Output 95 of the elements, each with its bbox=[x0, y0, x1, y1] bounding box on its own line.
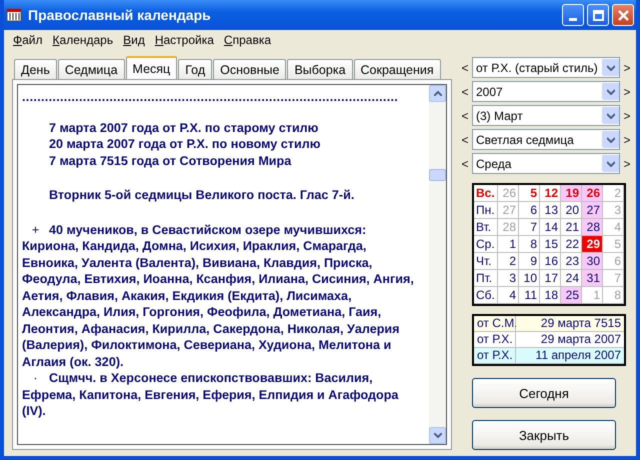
dropdown-button[interactable] bbox=[602, 107, 619, 124]
dropdown-button[interactable] bbox=[602, 83, 619, 100]
separator-dots: ................................................................................................... bbox=[22, 89, 400, 106]
weekday-label: Ср. bbox=[474, 236, 498, 253]
menu-item[interactable]: Справка bbox=[218, 32, 276, 46]
tab[interactable]: Основные bbox=[213, 59, 286, 79]
tab[interactable]: Седмица bbox=[58, 59, 125, 79]
calendar-day[interactable]: 8 bbox=[519, 236, 540, 253]
menu-item[interactable]: Настройка bbox=[150, 32, 219, 46]
menu-item[interactable]: Файл bbox=[8, 32, 48, 46]
chevron-down-icon bbox=[606, 136, 614, 142]
calendar-day[interactable]: 14 bbox=[540, 219, 561, 236]
tab[interactable]: Год bbox=[178, 59, 212, 79]
menu-item[interactable]: Вид bbox=[118, 32, 150, 46]
calendar-day[interactable]: 4 bbox=[498, 287, 519, 304]
chevron-down-icon bbox=[606, 160, 614, 166]
weekday-label: Сб. bbox=[474, 287, 498, 304]
tab[interactable]: День bbox=[14, 59, 57, 79]
weekday-label: Пт. bbox=[474, 270, 498, 287]
close-icon bbox=[618, 10, 628, 20]
table-cell: от Р.Х. bbox=[474, 348, 516, 364]
dropdown-button[interactable] bbox=[602, 131, 619, 148]
table-cell: 29 марта 2007 bbox=[516, 332, 624, 348]
next-button[interactable]: > bbox=[622, 108, 632, 122]
dropdown[interactable]: от Р.Х. (старый стиль) bbox=[472, 57, 620, 78]
maximize-button[interactable] bbox=[587, 4, 609, 26]
chevron-down-icon bbox=[606, 88, 614, 94]
next-button[interactable]: > bbox=[622, 156, 632, 170]
previous-button[interactable]: < bbox=[460, 156, 470, 170]
dropdown[interactable]: Среда bbox=[472, 153, 620, 174]
dropdown-button[interactable] bbox=[602, 59, 619, 76]
date-line: 20 марта 2007 года от Р.Х. по новому стилю bbox=[49, 136, 322, 152]
calendar-day[interactable]: 9 bbox=[519, 253, 540, 270]
window-title: Православный календарь bbox=[28, 7, 212, 23]
close-button[interactable] bbox=[612, 4, 634, 26]
calendar-day[interactable]: 29 bbox=[582, 236, 603, 253]
action-button[interactable]: Сегодня bbox=[472, 378, 616, 408]
table-cell: 11 апреля 2007 bbox=[516, 348, 624, 364]
date-line: 7 марта 2007 года от Р.Х. по старому стилю bbox=[49, 120, 320, 136]
weekday-label: Пн. bbox=[474, 202, 498, 219]
calendar-day[interactable]: 6 bbox=[519, 202, 540, 219]
previous-button[interactable]: < bbox=[460, 60, 470, 74]
action-button[interactable]: Закрыть bbox=[472, 420, 616, 450]
tab[interactable]: Месяц bbox=[126, 56, 178, 79]
next-button[interactable]: > bbox=[622, 60, 632, 74]
calendar-day[interactable]: 19 bbox=[561, 185, 582, 202]
calendar-day[interactable]: 16 bbox=[540, 253, 561, 270]
dropdown[interactable]: 2007 bbox=[472, 81, 620, 102]
next-button[interactable]: > bbox=[622, 132, 632, 146]
table-cell: 29 марта 7515 bbox=[516, 316, 624, 332]
table-cell: от С.М. bbox=[474, 316, 516, 332]
calendar-day[interactable]: 17 bbox=[540, 270, 561, 287]
calendar-day[interactable]: 11 bbox=[519, 287, 540, 304]
calendar-day[interactable]: 2 bbox=[498, 253, 519, 270]
saint-entry: + 40 мучеников, в Севастийском озере мучившихся: Кириона, Кандида, Домна, Исихия, Ираклия, Смарагда, Евноика, Уалента (Валента), Вивиана, Клавдия, Приска, Феодула, Евтихия, Иоанна, Ксанфия, Илиана, Сисиния, Ангия, Аетия, Флавия, Акакия, Екдикия (Екдита), Лисимаха, Александра, Илия, Горгония, Феофила, Дометиана, Гаия, Леонтия, Афанасия, Кирилла, Сакердона, Николая, Уалерия (Валерия), Филоктимона, Севериана, Худиона, Мелитона и Аглаия (ок. 320). bbox=[22, 222, 415, 370]
calendar-icon bbox=[6, 7, 22, 23]
scrollbar[interactable] bbox=[429, 84, 447, 445]
minimize-button[interactable] bbox=[562, 4, 584, 26]
calendar-day[interactable]: 13 bbox=[540, 202, 561, 219]
weekday-label: Вс. bbox=[474, 185, 498, 202]
calendar-day[interactable]: 10 bbox=[519, 270, 540, 287]
calendar-day[interactable]: 15 bbox=[540, 236, 561, 253]
calendar-day[interactable]: 31 bbox=[582, 270, 603, 287]
previous-button[interactable]: < bbox=[460, 108, 470, 122]
minimize-icon bbox=[569, 18, 577, 20]
calendar-day[interactable]: 30 bbox=[582, 253, 603, 270]
calendar-day[interactable]: 3 bbox=[498, 270, 519, 287]
dropdown[interactable]: Светлая седмица bbox=[472, 129, 620, 150]
chevron-down-icon bbox=[606, 112, 614, 118]
calendar-day[interactable]: 27 bbox=[582, 202, 603, 219]
table-cell: от Р.Х. bbox=[474, 332, 516, 348]
menu-item[interactable]: Календарь bbox=[48, 32, 118, 46]
weekday-label: Чт. bbox=[474, 253, 498, 270]
scroll-thumb[interactable] bbox=[429, 169, 446, 181]
calendar-day[interactable]: 28 bbox=[582, 219, 603, 236]
date-line: 7 марта 7515 года от Сотворения Мира bbox=[49, 152, 292, 169]
day-description: Вторник 5-ой седмицы Великого поста. Глас 7-й. bbox=[48, 187, 356, 204]
calendar-day[interactable]: 7 bbox=[519, 219, 540, 236]
calendar-day[interactable]: 25 bbox=[561, 287, 582, 304]
next-button[interactable]: > bbox=[622, 84, 632, 98]
dropdown-button[interactable] bbox=[602, 155, 619, 172]
calendar-day[interactable]: 5 bbox=[519, 185, 540, 202]
scroll-up-button[interactable] bbox=[429, 85, 446, 102]
scroll-down-button[interactable] bbox=[429, 427, 446, 444]
chevron-down-icon bbox=[606, 64, 614, 70]
weekday-label: Вт. bbox=[474, 219, 498, 236]
previous-button[interactable]: < bbox=[460, 132, 470, 146]
maximize-icon bbox=[592, 10, 604, 20]
tab[interactable]: Выборка bbox=[287, 59, 353, 79]
dropdown[interactable]: (3) Март bbox=[472, 105, 620, 126]
calendar-day[interactable]: 1 bbox=[498, 236, 519, 253]
tab[interactable]: Сокращения bbox=[354, 59, 441, 79]
calendar-day[interactable]: 26 bbox=[582, 185, 603, 202]
previous-button[interactable]: < bbox=[460, 84, 470, 98]
saint-entry: · Сщмчч. в Херсонесе епископствовавших: Василия, Ефрема, Капитона, Евгения, Еферия, Елпидия и Агафодора (IV). bbox=[22, 370, 400, 420]
